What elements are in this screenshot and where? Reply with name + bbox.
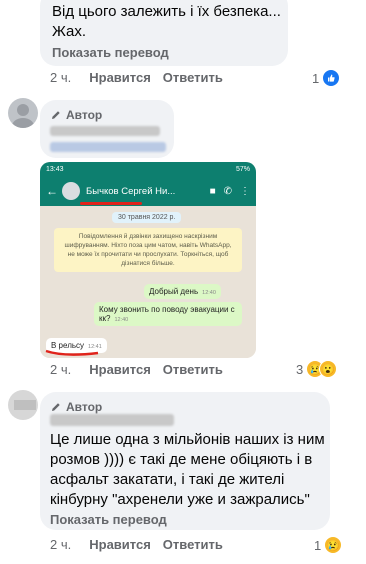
- reply-button[interactable]: Ответить: [163, 537, 223, 552]
- comment-bubble-2: Автор: [40, 100, 174, 158]
- red-underline-reply: [45, 349, 99, 356]
- pencil-icon: [52, 403, 60, 411]
- message-time: 12:40: [202, 290, 216, 296]
- message-text: Добрый день: [149, 287, 199, 296]
- author-label: Автор: [66, 400, 103, 414]
- comment-text-line: Від цього залежить і їх безпека...: [52, 3, 281, 20]
- comment-actions-2: 2 ч. Нравится Ответить: [50, 362, 235, 377]
- encryption-notice: Повідомлення й дзвінки захищено наскрізн…: [54, 228, 242, 272]
- whatsapp-screenshot[interactable]: 13:43 57% ← Бычков Сергей Ни... ■ ✆ ⋮ 30…: [40, 162, 256, 358]
- message-time: 12:40: [114, 317, 129, 323]
- comment-bubble-1: Від цього залежить і їх безпека... Жах. …: [40, 0, 288, 66]
- reply-button[interactable]: Ответить: [163, 362, 223, 377]
- status-time: 13:43: [46, 165, 64, 173]
- reaction-summary-2[interactable]: 3 😢 😮: [296, 360, 338, 378]
- comment-text-line: розмов )))) є такі де мене обіцяють і в: [50, 451, 313, 468]
- chat-header: ← Бычков Сергей Ни... ■ ✆ ⋮: [40, 176, 256, 206]
- phone-status-bar: 13:43 57%: [40, 162, 256, 176]
- comment-text-line: кінбурну "ахренели уже и зажрались": [50, 491, 310, 508]
- comment-text-line: Це лише одна з мільйонів наших із ним: [50, 431, 325, 448]
- phone-icon: ✆: [223, 185, 232, 197]
- redacted-name: [50, 126, 160, 136]
- wow-reaction-icon: 😮: [319, 360, 338, 378]
- comment-actions-3: 2 ч. Нравится Ответить: [50, 537, 235, 552]
- reaction-count: 1: [312, 70, 320, 86]
- contact-name: Бычков Сергей Ни...: [86, 185, 176, 197]
- author-badge: Автор: [50, 400, 102, 414]
- comment-bubble-3: Автор Це лише одна з мільйонів наших із …: [40, 392, 330, 530]
- see-translation-link[interactable]: Показать перевод: [50, 512, 167, 527]
- avatar[interactable]: [8, 98, 38, 128]
- more-icon: ⋮: [240, 185, 250, 197]
- author-label: Автор: [66, 108, 103, 122]
- sad-reaction-icon: 😢: [324, 536, 343, 554]
- red-underline-name: [80, 202, 142, 205]
- reaction-summary-3[interactable]: 1 😢: [314, 536, 343, 554]
- like-button[interactable]: Нравится: [89, 362, 151, 377]
- comment-text-line: Жах.: [52, 23, 87, 40]
- comment-actions-1: 2 ч. Нравится Ответить: [50, 70, 235, 85]
- comment-time[interactable]: 2 ч.: [50, 70, 71, 85]
- reaction-count: 1: [314, 537, 322, 553]
- status-battery: 57%: [235, 165, 250, 173]
- reply-button[interactable]: Ответить: [163, 70, 223, 85]
- redacted-link: [50, 142, 166, 152]
- back-arrow-icon: ←: [46, 184, 58, 198]
- reaction-summary-1[interactable]: 1: [312, 69, 341, 87]
- pencil-icon: [52, 111, 60, 119]
- like-button[interactable]: Нравится: [89, 537, 151, 552]
- comment-text-line: асфальт закатати, і такі де жителі: [50, 471, 285, 488]
- like-reaction-icon: [322, 69, 341, 87]
- author-badge: Автор: [50, 108, 102, 122]
- chat-message-out: Кому звонить по поводу эвакуации с кк? 12…: [94, 302, 242, 326]
- chat-body: 30 травня 2022 р. Повідомлення й дзвінки…: [40, 206, 256, 358]
- chat-message-out: Добрый день 12:40: [144, 284, 221, 299]
- chat-date: 30 травня 2022 р.: [112, 212, 182, 223]
- comment-time[interactable]: 2 ч.: [50, 537, 71, 552]
- contact-avatar: [62, 182, 80, 200]
- like-button[interactable]: Нравится: [89, 70, 151, 85]
- comment-time[interactable]: 2 ч.: [50, 362, 71, 377]
- reaction-count: 3: [296, 361, 304, 377]
- see-translation-link[interactable]: Показать перевод: [52, 45, 169, 60]
- avatar[interactable]: [8, 390, 38, 420]
- redacted-name: [50, 414, 174, 426]
- video-call-icon: ■: [209, 185, 216, 197]
